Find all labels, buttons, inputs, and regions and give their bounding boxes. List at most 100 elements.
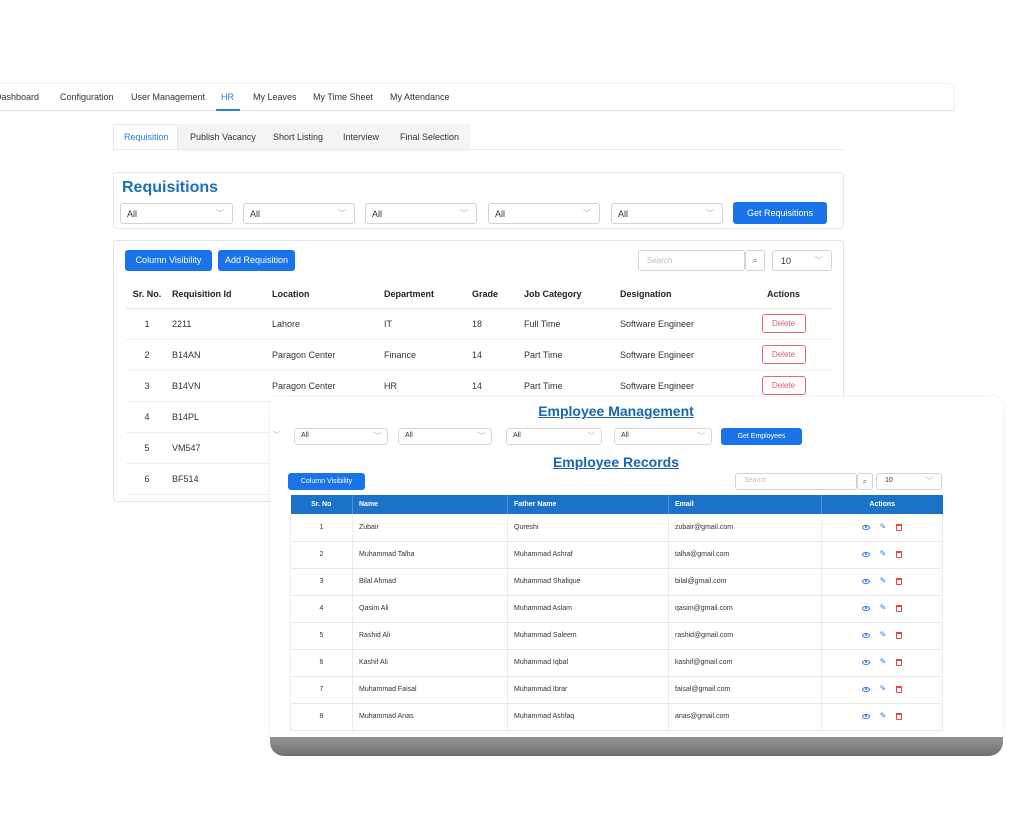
view-icon[interactable] <box>861 524 870 530</box>
cell-sr: 5 <box>290 622 353 650</box>
add-requisition-button[interactable]: Add Requisition <box>218 250 295 271</box>
col-department: Department <box>380 281 468 309</box>
filter-select-4[interactable]: All ﹀ <box>488 203 600 224</box>
nav-dashboard[interactable]: Dashboard <box>0 92 39 102</box>
edit-icon[interactable]: ✎ <box>880 658 887 666</box>
column-visibility-button[interactable]: Column Visibility <box>288 473 365 490</box>
employee-filter-3[interactable]: All ﹀ <box>506 428 602 445</box>
tab-short-listing[interactable]: Short Listing <box>273 132 323 142</box>
edit-icon[interactable]: ✎ <box>880 685 887 693</box>
chevron-down-icon: ﹀ <box>815 256 823 265</box>
col-job-category: Job Category <box>520 281 616 309</box>
chevron-down-icon: ﹀ <box>338 209 346 218</box>
employee-search-input[interactable]: Search <box>735 473 857 490</box>
filter-select-5[interactable]: All ﹀ <box>611 203 723 224</box>
nav-my-leaves[interactable]: My Leaves <box>253 92 297 102</box>
cell-name: Rashid Ali <box>352 622 508 650</box>
cell-sr: 3 <box>290 568 353 596</box>
delete-icon[interactable] <box>896 523 903 531</box>
cell-actions: Delete <box>736 339 831 371</box>
filter-select-2[interactable]: All ﹀ <box>243 203 355 224</box>
nav-my-attendance[interactable]: My Attendance <box>390 92 450 102</box>
filter-select-1[interactable]: All ﹀ <box>120 203 233 224</box>
delete-icon[interactable] <box>896 685 903 693</box>
cell-email: zubair@gmail.com <box>668 514 822 542</box>
search-icon[interactable]: ⌕ <box>857 473 873 490</box>
cell-father-name: Qureshi <box>507 514 669 542</box>
view-icon[interactable] <box>861 632 870 638</box>
edit-icon[interactable]: ✎ <box>880 604 887 612</box>
view-icon[interactable] <box>861 551 870 557</box>
cell-sr: 8 <box>290 703 353 731</box>
cell-name: Qasim Ali <box>352 595 508 623</box>
delete-icon[interactable] <box>896 550 903 558</box>
tab-requisition[interactable]: Requisition <box>124 132 169 142</box>
view-icon[interactable] <box>861 578 870 584</box>
chevron-down-icon: ﹀ <box>478 433 485 440</box>
table-row: 1 2211 Lahore IT 18 Full Time Software E… <box>126 308 831 340</box>
view-icon[interactable] <box>861 659 870 665</box>
employee-table: Sr. No Name Father Name Email Actions 1 … <box>290 495 943 731</box>
delete-icon[interactable] <box>896 604 903 612</box>
cell-name: Muhammad Faisal <box>352 676 508 704</box>
col-grade: Grade <box>468 281 520 309</box>
tab-final-selection[interactable]: Final Selection <box>400 132 459 142</box>
view-icon[interactable] <box>861 605 870 611</box>
filter-select-3[interactable]: All ﹀ <box>365 203 477 224</box>
edit-icon[interactable]: ✎ <box>880 523 887 531</box>
view-icon[interactable] <box>861 686 870 692</box>
cell-location: Paragon Center <box>268 339 380 371</box>
employee-filter-1[interactable]: All ﹀ <box>294 428 388 445</box>
delete-icon[interactable] <box>896 658 903 666</box>
get-employees-button[interactable]: Get Employees <box>721 428 802 445</box>
cell-father-name: Muhammad Aslam <box>507 595 669 623</box>
delete-button[interactable]: Delete <box>761 376 806 395</box>
cell-sr: 6 <box>290 649 353 677</box>
edit-icon[interactable]: ✎ <box>880 631 887 639</box>
table-header-row: Sr. No Name Father Name Email Actions <box>290 495 943 514</box>
delete-button[interactable]: Delete <box>761 314 806 333</box>
search-icon[interactable]: ⌕ <box>745 250 765 271</box>
edit-icon[interactable]: ✎ <box>880 712 887 720</box>
chevron-down-icon: ﹀ <box>273 432 280 439</box>
tab-publish-vacancy[interactable]: Publish Vacancy <box>190 132 256 142</box>
employee-page-size-select[interactable]: 10 ﹀ <box>876 473 942 490</box>
tab-interview[interactable]: Interview <box>343 132 379 142</box>
window-shadow <box>270 734 1003 756</box>
view-icon[interactable] <box>861 713 870 719</box>
cell-name: Kashif Ali <box>352 649 508 677</box>
col-actions: Actions <box>736 281 831 309</box>
table-header-row: Sr. No. Requisition Id Location Departme… <box>126 281 831 309</box>
cell-email: faisal@gmail.com <box>668 676 822 704</box>
cell-requisition-id: VM547 <box>168 432 268 464</box>
cell-father-name: Muhammad Iqbal <box>507 649 669 677</box>
col-sr-no: Sr. No <box>290 495 353 514</box>
cell-sr: 4 <box>126 401 168 433</box>
employee-filter-2[interactable]: All ﹀ <box>398 428 492 445</box>
edit-icon[interactable]: ✎ <box>880 577 887 585</box>
delete-icon[interactable] <box>896 712 903 720</box>
cell-designation: Software Engineer <box>616 308 736 340</box>
nav-user-management[interactable]: User Management <box>131 92 205 102</box>
delete-button[interactable]: Delete <box>761 345 806 364</box>
search-input[interactable]: Search <box>638 250 745 271</box>
nav-configuration[interactable]: Configuration <box>60 92 114 102</box>
page-size-select[interactable]: 10 ﹀ <box>772 250 832 271</box>
table-row: 7 Muhammad Faisal Muhammad Ibrar faisal@… <box>290 676 943 704</box>
cell-father-name: Muhammad Ashfaq <box>507 703 669 731</box>
delete-icon[interactable] <box>896 577 903 585</box>
employee-window: Employee Management ﹀ All ﹀ All ﹀ All ﹀ All… <box>270 397 1003 737</box>
column-visibility-button[interactable]: Column Visibility <box>125 250 212 271</box>
cell-requisition-id: 111 <box>168 494 268 501</box>
nav-my-time-sheet[interactable]: My Time Sheet <box>313 92 373 102</box>
edit-icon[interactable]: ✎ <box>880 550 887 558</box>
employee-filter-4[interactable]: All ﹀ <box>614 428 712 445</box>
chevron-down-icon: ﹀ <box>216 209 224 218</box>
cell-sr: 1 <box>290 514 353 542</box>
cell-email: talha@gmail.com <box>668 541 822 569</box>
get-requisitions-button[interactable]: Get Requisitions <box>733 202 827 224</box>
table-row: 3 Bilal Ahmad Muhammad Shafique bilal@gm… <box>290 568 943 596</box>
nav-hr[interactable]: HR <box>221 92 234 102</box>
delete-icon[interactable] <box>896 631 903 639</box>
cell-department: Finance <box>380 339 468 371</box>
